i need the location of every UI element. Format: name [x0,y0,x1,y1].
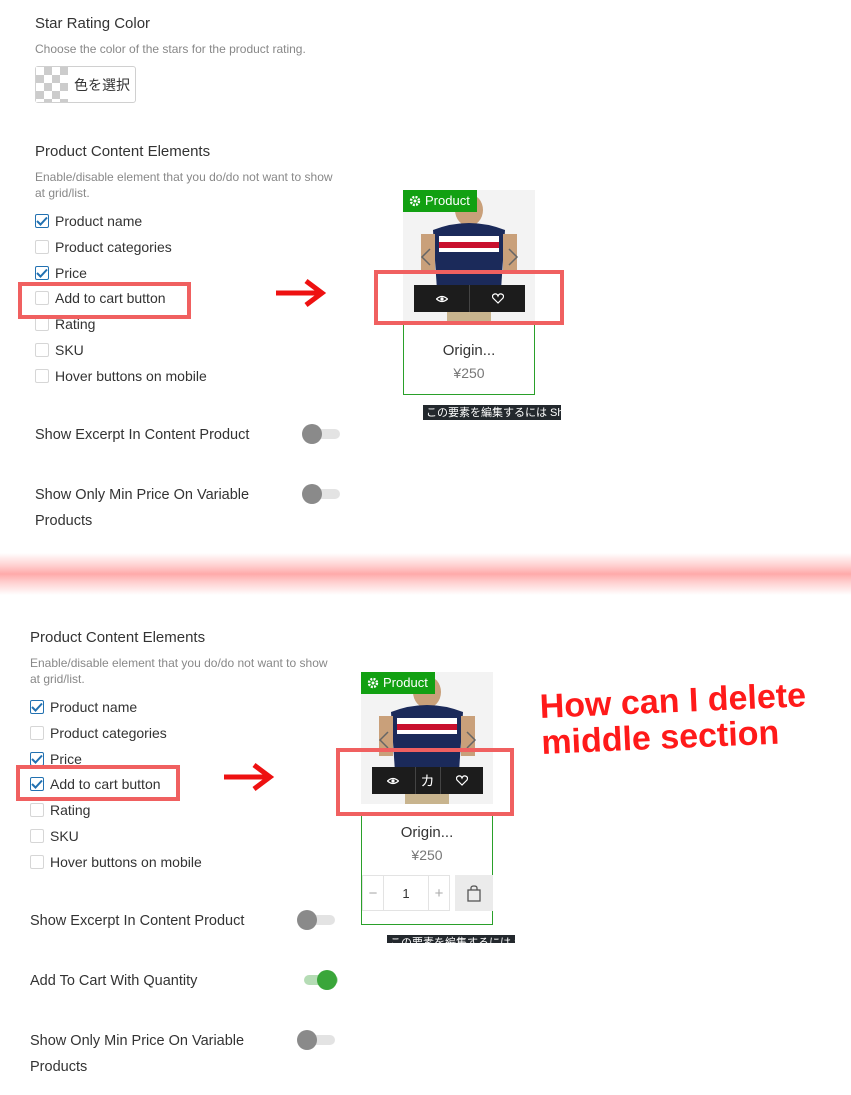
desc-line-2: at grid/list. [35,186,90,200]
toggle-excerpt[interactable] [302,424,340,444]
checkbox-label: Product name [55,213,143,229]
content-elements-desc: Enable/disable element that you do/do no… [35,169,333,201]
product-price: ¥250 [453,365,485,381]
toggle-min-price[interactable] [302,484,340,504]
gear-icon [409,195,421,207]
checkbox-checked[interactable] [35,265,49,280]
quantity-stepper: − 1 + [362,875,450,911]
gear-icon [367,677,379,689]
qty-plus-button[interactable]: + [428,876,449,910]
toggle-label-min-price-2: Show Only Min Price On Variable Products [30,1028,244,1080]
checkbox-label: Product name [50,699,138,715]
product-badge-2[interactable]: Product [361,672,435,694]
color-picker-button[interactable]: 色を選択 [35,66,136,103]
highlight-box-add-to-cart [18,282,191,319]
chevron-right-icon[interactable] [507,248,519,266]
red-arrow-icon [276,279,327,307]
toggle-excerpt-2[interactable] [297,910,335,930]
highlight-box-add-to-cart-2 [16,765,180,801]
checkbox-row[interactable]: Product categories [35,237,172,257]
qty-input[interactable]: 1 [384,876,428,910]
shopping-bag-icon [467,884,481,902]
checkbox-label: Rating [50,802,91,819]
edit-tooltip: この要素を編集するには Sh [423,405,561,420]
product-card-body: Origin... ¥250 [403,325,535,395]
star-rating-title: Star Rating Color [35,15,151,32]
label-line-2: Products [35,513,93,529]
checkbox-unchecked[interactable] [35,317,49,332]
product-name[interactable]: Origin... [362,824,492,841]
checkbox-checked[interactable] [30,700,44,714]
edit-tooltip-2: この要素を編集するには Sh [387,935,515,943]
checkbox-unchecked[interactable] [35,368,49,383]
checkbox-label: SKU [55,342,84,358]
checkmark-icon [31,754,43,764]
badge-label: Product [383,675,428,690]
checkbox-row[interactable]: Product name [30,697,137,717]
checkbox-label: Price [55,264,87,281]
chevron-left-icon[interactable] [378,731,390,749]
checkbox-row[interactable]: Hover buttons on mobile [30,852,202,872]
checkbox-row[interactable]: Hover buttons on mobile [35,366,207,386]
checkbox-label: Product categories [50,724,167,741]
checkbox-label: Product categories [55,238,172,255]
chevron-left-icon[interactable] [420,248,432,266]
product-card-body-2: Origin... ¥250 − 1 + [361,816,493,925]
checkmark-icon [36,268,48,278]
checkbox-checked[interactable] [30,751,44,766]
label-line-1: Show Only Min Price On Variable [35,487,250,503]
toggle-label-min-price: Show Only Min Price On Variable Products [35,482,249,534]
badge-label: Product [425,193,470,208]
label-line-1: Show Only Min Price On Variable [30,1033,245,1049]
checkbox-row[interactable]: SKU [30,826,79,846]
product-badge[interactable]: Product [403,190,477,212]
checkbox-unchecked[interactable] [35,343,49,357]
checkbox-row[interactable]: Price [35,263,87,283]
qty-minus-button[interactable]: − [363,876,384,910]
checkbox-row[interactable]: Product categories [30,723,167,743]
checkbox-unchecked[interactable] [30,854,44,869]
label-line-2: Products [30,1059,88,1075]
checkbox-label: SKU [50,828,79,844]
add-to-cart-button[interactable] [455,875,493,911]
checkbox-label: Hover buttons on mobile [50,853,202,870]
checkbox-label: Hover buttons on mobile [55,367,207,384]
checkbox-row[interactable]: Product name [35,211,142,231]
toggle-label-excerpt: Show Excerpt In Content Product [35,427,250,443]
checkmark-icon [36,216,48,226]
product-name[interactable]: Origin... [404,342,534,359]
checkbox-checked[interactable] [35,214,49,228]
red-arrow-icon [224,763,275,791]
toggle-min-price-2[interactable] [297,1030,335,1050]
checkbox-unchecked[interactable] [30,725,44,740]
toggle-label-add-to-cart-qty: Add To Cart With Quantity [30,973,198,989]
desc-line-1: Enable/disable element that you do/do no… [30,656,328,670]
product-price: ¥250 [411,847,443,863]
section-divider [0,553,851,595]
content-elements-title: Product Content Elements [35,143,211,160]
color-picker-label: 色を選択 [74,76,130,93]
desc-line-2: at grid/list. [30,672,85,686]
desc-line-1: Enable/disable element that you do/do no… [35,170,333,184]
highlight-box-hover-bar-2 [336,748,514,816]
chevron-right-icon[interactable] [465,731,477,749]
checkbox-unchecked[interactable] [35,239,49,254]
transparent-swatch [36,67,68,102]
content-elements-desc-2: Enable/disable element that you do/do no… [30,655,328,687]
annotation-question: How can I delete middle section [539,676,808,762]
content-elements-title-2: Product Content Elements [30,629,206,646]
checkbox-unchecked[interactable] [30,803,44,818]
toggle-label-excerpt-2: Show Excerpt In Content Product [30,913,245,929]
highlight-box-hover-bar [374,270,564,325]
checkmark-icon [31,702,43,712]
checkbox-unchecked[interactable] [30,829,44,843]
checkbox-row[interactable]: SKU [35,340,84,360]
star-rating-desc: Choose the color of the stars for the pr… [35,42,306,56]
checkbox-row[interactable]: Rating [30,800,90,820]
toggle-add-to-cart-qty[interactable] [300,970,338,990]
